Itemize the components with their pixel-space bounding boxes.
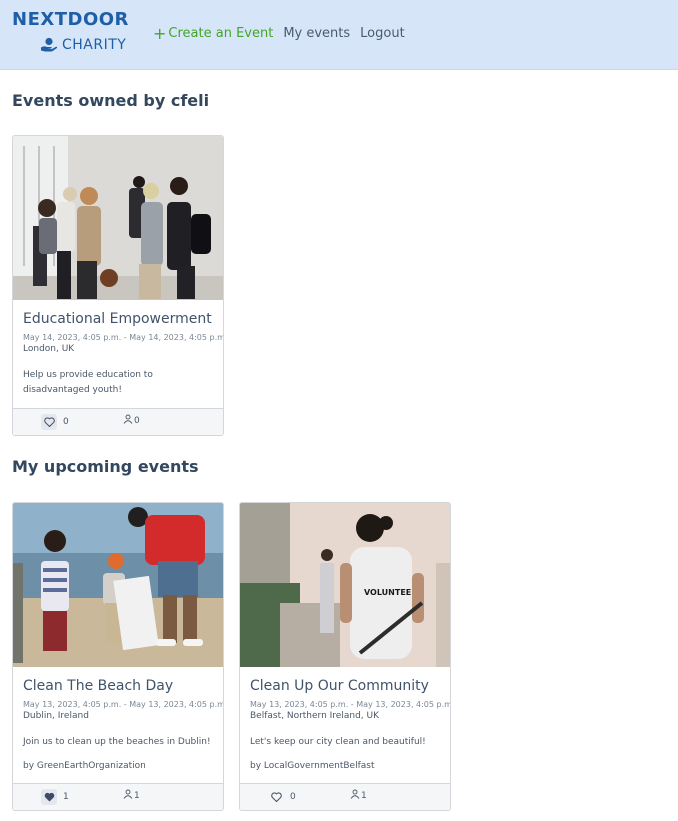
brand-logo[interactable]: NEXTDOOR CHARITY: [12, 8, 132, 58]
attendee-count: 1: [361, 790, 367, 801]
person-icon: [123, 789, 133, 802]
event-description: Let's keep our city clean and beautiful!: [250, 737, 426, 747]
event-description: Join us to clean up the beaches in Dubli…: [23, 737, 211, 747]
nav-links: + Create an Event My events Logout: [153, 26, 405, 42]
event-location: London, UK: [23, 344, 75, 354]
event-dates: May 13, 2023, 4:05 p.m. - May 13, 2023, …: [23, 700, 224, 709]
brand-charity-label: CHARITY: [62, 37, 127, 53]
event-card[interactable]: Clean The Beach Day May 13, 2023, 4:05 p…: [12, 502, 224, 811]
heart-outline-icon: [268, 789, 284, 805]
like-button[interactable]: 1: [37, 788, 73, 806]
event-title[interactable]: Educational Empowerment: [23, 310, 213, 328]
brand-name: NEXTDOOR: [12, 9, 129, 30]
like-count: 0: [63, 417, 69, 427]
event-dates: May 14, 2023, 4:05 p.m. - May 14, 2023, …: [23, 333, 224, 342]
event-card-footer: 1 1: [13, 783, 223, 810]
event-title[interactable]: Clean Up Our Community: [250, 677, 440, 695]
owned-events-heading: Events owned by cfeli: [12, 91, 210, 110]
event-photo: [13, 136, 223, 300]
event-card[interactable]: VOLUNTEER Clean Up Our Community May 13,…: [239, 502, 451, 811]
event-description: Help us provide education to disadvantag…: [23, 370, 153, 395]
event-card-footer: 0 0: [13, 408, 223, 435]
event-card-body: Clean Up Our Community May 13, 2023, 4:0…: [240, 667, 450, 771]
event-title[interactable]: Clean The Beach Day: [23, 677, 213, 695]
brand-subtitle: CHARITY: [40, 37, 126, 53]
event-card-body: Educational Empowerment May 14, 2023, 4:…: [13, 300, 223, 398]
create-event-link[interactable]: + Create an Event: [153, 26, 273, 42]
hand-heart-icon: [40, 37, 58, 53]
my-events-link[interactable]: My events: [283, 26, 350, 42]
attendee-count-group: 0: [123, 414, 140, 427]
logout-link[interactable]: Logout: [360, 26, 405, 42]
person-icon: [123, 414, 133, 427]
upcoming-events-heading: My upcoming events: [12, 457, 199, 476]
attendee-count: 1: [134, 790, 140, 801]
event-location: Belfast, Northern Ireland, UK: [250, 711, 379, 721]
event-photo: [13, 503, 223, 667]
attendee-count-group: 1: [123, 789, 140, 802]
person-icon: [350, 789, 360, 802]
top-navbar: NEXTDOOR CHARITY + Create an Event My ev…: [0, 0, 678, 70]
event-card[interactable]: Educational Empowerment May 14, 2023, 4:…: [12, 135, 224, 436]
attendee-count: 0: [134, 415, 140, 426]
heart-outline-icon: [41, 414, 57, 430]
attendee-count-group: 1: [350, 789, 367, 802]
like-button[interactable]: 0: [264, 788, 300, 806]
shirt-caption: VOLUNTEER: [364, 588, 417, 597]
event-organizer: by LocalGovernmentBelfast: [250, 761, 375, 771]
event-card-footer: 0 1: [240, 783, 450, 810]
like-button[interactable]: 0: [37, 413, 73, 431]
heart-filled-icon: [41, 789, 57, 805]
create-event-label: Create an Event: [168, 26, 274, 41]
event-card-body: Clean The Beach Day May 13, 2023, 4:05 p…: [13, 667, 223, 771]
plus-icon: +: [153, 24, 167, 43]
event-location: Dublin, Ireland: [23, 711, 89, 721]
like-count: 0: [290, 792, 296, 802]
like-count: 1: [63, 792, 69, 802]
event-dates: May 13, 2023, 4:05 p.m. - May 13, 2023, …: [250, 700, 451, 709]
event-organizer: by GreenEarthOrganization: [23, 761, 146, 771]
event-photo: VOLUNTEER: [240, 503, 450, 667]
